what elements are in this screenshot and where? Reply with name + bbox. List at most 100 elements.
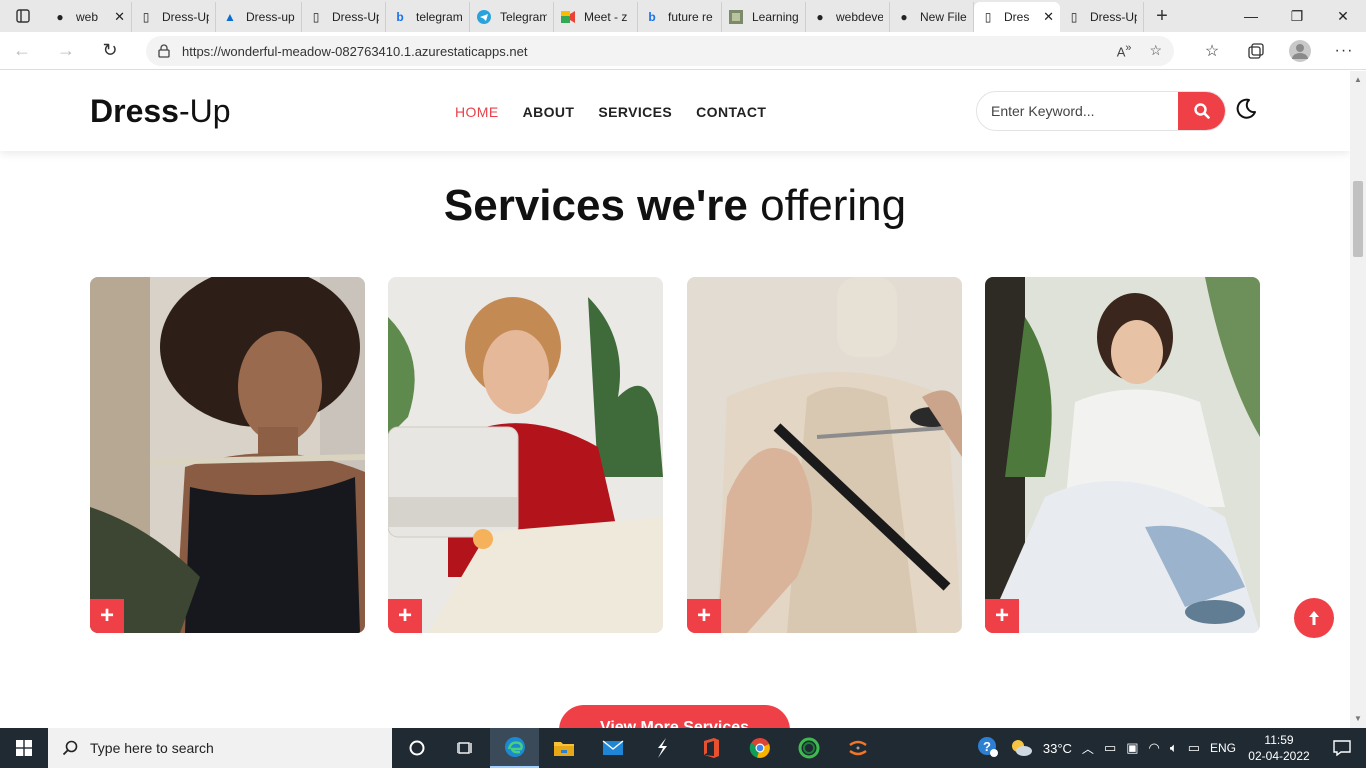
nav-contact[interactable]: CONTACT	[696, 104, 766, 120]
browser-tab[interactable]: Learning	[722, 2, 806, 32]
card-expand-button[interactable]: +	[388, 599, 422, 633]
edge-icon[interactable]	[490, 728, 539, 768]
search-button[interactable]	[1178, 92, 1225, 130]
language-indicator[interactable]: ENG	[1210, 741, 1236, 755]
browser-tab[interactable]: ● New File	[890, 2, 974, 32]
browser-tab[interactable]: ▯ Dress-Up	[132, 2, 216, 32]
file-explorer-icon[interactable]	[539, 728, 588, 768]
back-to-top-button[interactable]	[1294, 598, 1334, 638]
task-view-icon[interactable]	[441, 728, 490, 768]
scrollbar-thumb[interactable]	[1353, 181, 1363, 257]
search-input[interactable]	[977, 92, 1179, 130]
volume-icon[interactable]: 🔈︎	[1170, 740, 1178, 756]
service-photo-measuring	[90, 277, 365, 633]
office-icon[interactable]	[686, 728, 735, 768]
image-icon	[728, 9, 744, 25]
browser-tab-active[interactable]: ▯ Dres ✕	[974, 2, 1060, 32]
browser-tab[interactable]: ● web ✕	[46, 2, 132, 32]
service-photo-sewing-machine	[388, 277, 663, 633]
clock[interactable]: 11:59 02-04-2022	[1246, 732, 1312, 764]
address-bar[interactable]: https://wonderful-meadow-082763410.1.azu…	[146, 36, 1174, 66]
collections-icon[interactable]	[1234, 43, 1278, 59]
jupyter-icon[interactable]	[833, 728, 882, 768]
service-card[interactable]: +	[388, 277, 663, 633]
nav-services[interactable]: SERVICES	[598, 104, 672, 120]
display-icon[interactable]: ▣	[1126, 740, 1138, 756]
weather-temperature[interactable]: 33°C	[1043, 741, 1072, 756]
restore-icon[interactable]: ❐	[1274, 0, 1320, 32]
tab-list: ● web ✕ ▯ Dress-Up ▲ Dress-up ▯ Dress-Up b tel…	[46, 0, 1144, 32]
chrome-icon[interactable]	[735, 728, 784, 768]
windows-start-icon[interactable]	[0, 728, 48, 768]
card-expand-button[interactable]: +	[90, 599, 124, 633]
scroll-down-icon[interactable]: ▼	[1354, 714, 1362, 723]
tray-overflow-icon[interactable]: ︿	[1082, 740, 1094, 757]
browser-tab[interactable]: Meet - z	[554, 2, 638, 32]
dark-mode-toggle[interactable]	[1234, 97, 1258, 121]
notification-icon[interactable]	[1322, 728, 1362, 768]
page-icon: ▯	[984, 10, 992, 24]
service-card[interactable]: +	[985, 277, 1260, 633]
site-logo[interactable]: Dress-Up	[90, 93, 231, 130]
cortana-icon[interactable]	[392, 728, 441, 768]
sublime-icon[interactable]	[637, 728, 686, 768]
profile-avatar-icon[interactable]	[1278, 40, 1322, 62]
page-icon: ▯	[1070, 10, 1078, 24]
meet-now-icon[interactable]: ▭	[1104, 740, 1116, 756]
close-tab-icon[interactable]: ✕	[108, 9, 125, 25]
tab-actions-icon[interactable]	[0, 0, 46, 32]
service-card[interactable]: +	[687, 277, 962, 633]
service-card[interactable]: +	[90, 277, 365, 633]
service-photo-cutting-fabric	[687, 277, 962, 633]
url-text: https://wonderful-meadow-082763410.1.azu…	[182, 43, 528, 59]
service-photo-hand-sewing	[985, 277, 1260, 633]
meet-icon	[560, 9, 576, 25]
telegram-icon	[476, 9, 492, 25]
browser-tab[interactable]: b future re	[638, 2, 722, 32]
nav-about[interactable]: ABOUT	[523, 104, 575, 120]
nav-home[interactable]: HOME	[455, 104, 499, 120]
taskbar-search-box[interactable]: Type here to search	[48, 728, 392, 768]
arrow-up-icon	[1309, 611, 1319, 625]
scroll-up-icon[interactable]: ▲	[1354, 75, 1362, 84]
back-icon[interactable]: ←	[0, 32, 44, 70]
refresh-icon[interactable]: ↻	[88, 32, 132, 70]
services-heading: Services we're offering	[443, 181, 907, 230]
wifi-icon[interactable]: ◠	[1149, 740, 1160, 756]
main-nav: HOME ABOUT SERVICES CONTACT	[455, 104, 766, 120]
add-favorite-icon[interactable]: ☆	[1149, 42, 1162, 59]
moon-icon	[1236, 98, 1256, 119]
browser-tab[interactable]: Telegram	[470, 2, 554, 32]
github-icon: ●	[56, 10, 64, 24]
new-tab-icon[interactable]: +	[1144, 0, 1180, 32]
view-more-services-button[interactable]: View More Services	[559, 705, 790, 728]
web-page: Dress-Up HOME ABOUT SERVICES CONTACT Ser…	[0, 71, 1350, 728]
more-menu-icon[interactable]: ···	[1322, 42, 1366, 60]
azure-icon: ▲	[224, 10, 236, 24]
minimize-icon[interactable]: —	[1228, 0, 1274, 32]
browser-tab[interactable]: ▯ Dress-Up	[302, 2, 386, 32]
weather-icon[interactable]	[1009, 737, 1033, 760]
taskbar-apps	[392, 728, 882, 768]
card-expand-button[interactable]: +	[687, 599, 721, 633]
page-icon: ▯	[142, 10, 150, 24]
bing-icon: b	[396, 10, 404, 24]
browser-tab[interactable]: ▯ Dress-Up	[1060, 2, 1144, 32]
read-aloud-icon[interactable]: A»	[1117, 42, 1132, 59]
favorites-icon[interactable]: ☆	[1190, 41, 1234, 61]
browser-tab[interactable]: ● webdeve	[806, 2, 890, 32]
battery-icon[interactable]: ▭	[1188, 740, 1200, 756]
browser-tab[interactable]: b telegram	[386, 2, 470, 32]
close-tab-icon[interactable]: ✕	[1037, 9, 1054, 25]
close-window-icon[interactable]: ✕	[1320, 0, 1366, 32]
search-form	[976, 91, 1226, 131]
help-icon[interactable]: ?	[977, 736, 999, 761]
app-ring-icon[interactable]	[784, 728, 833, 768]
window-controls: — ❐ ✕	[1228, 0, 1366, 32]
page-scrollbar[interactable]: ▲ ▼	[1350, 71, 1366, 728]
github-icon: ●	[900, 10, 908, 24]
card-expand-button[interactable]: +	[985, 599, 1019, 633]
forward-icon[interactable]: →	[44, 32, 88, 70]
mail-icon[interactable]	[588, 728, 637, 768]
browser-tab[interactable]: ▲ Dress-up	[216, 2, 302, 32]
